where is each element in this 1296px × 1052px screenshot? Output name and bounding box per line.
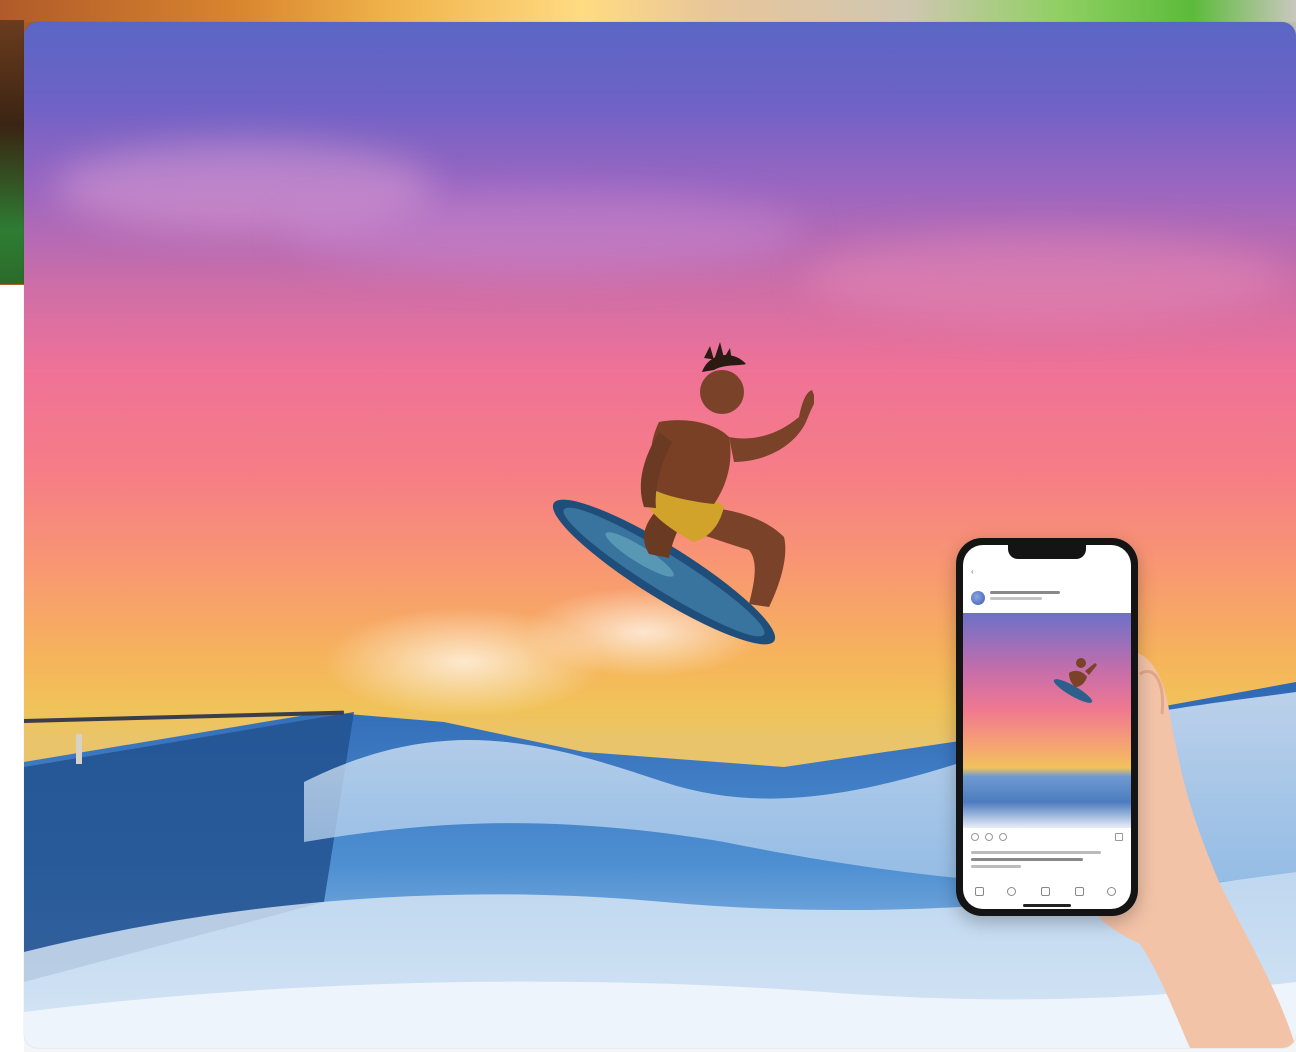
hero-image-card: ‹	[24, 22, 1296, 1048]
bookmark-icon[interactable]	[1115, 833, 1123, 841]
post-location	[990, 597, 1042, 600]
caption-line	[971, 851, 1101, 854]
mini-surfer	[1053, 658, 1097, 703]
left-card-edge	[0, 20, 24, 284]
post-username[interactable]	[990, 591, 1060, 594]
phone-notch	[1008, 545, 1086, 559]
smartphone: ‹	[956, 538, 1138, 916]
post-actions	[971, 833, 1123, 843]
caption-line	[971, 865, 1021, 868]
post-header	[963, 585, 1131, 613]
left-page-margin	[0, 285, 24, 1052]
app-title	[963, 565, 1131, 581]
surfer-figure	[552, 342, 814, 645]
phone-screen: ‹	[963, 545, 1131, 909]
home-indicator	[1023, 904, 1071, 907]
share-icon[interactable]	[999, 833, 1007, 841]
post-image[interactable]	[963, 613, 1131, 828]
railing-post	[76, 734, 82, 764]
heart-icon[interactable]	[971, 833, 979, 841]
caption-line	[971, 858, 1083, 861]
phone-tab-bar	[963, 881, 1131, 903]
search-icon[interactable]	[1007, 887, 1016, 896]
comment-icon[interactable]	[985, 833, 993, 841]
home-icon[interactable]	[975, 887, 984, 896]
reels-icon[interactable]	[1075, 887, 1084, 896]
profile-icon[interactable]	[1107, 887, 1116, 896]
avatar-icon[interactable]	[971, 591, 985, 605]
add-icon[interactable]	[1041, 887, 1050, 896]
